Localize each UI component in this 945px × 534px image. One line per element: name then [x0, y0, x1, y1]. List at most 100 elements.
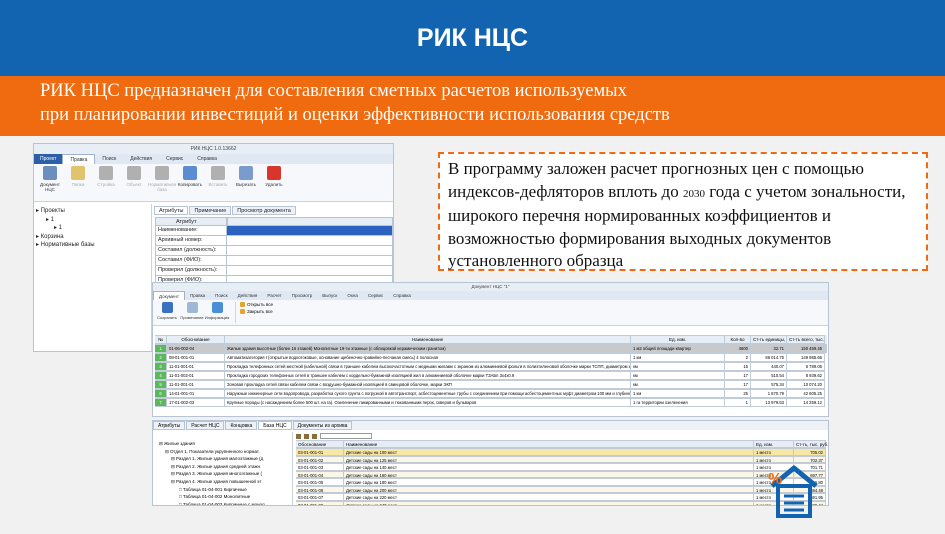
table-row[interactable]: 3 11-01-001-01 Прокладка телефонных сетей … — [155, 362, 827, 371]
attribute-row[interactable]: Наименование: — [155, 226, 393, 236]
ribbon-button-3[interactable]: Стройка — [93, 166, 119, 187]
base-tree-item[interactable]: □ Таблица 01-04-002 Монолитные — [155, 493, 290, 501]
menu-item-4[interactable]: Действия — [123, 154, 159, 164]
window-caption: РИК НЦС 1.0.13662 — [34, 144, 393, 154]
ribbon-button-8[interactable]: Вырезать — [233, 166, 259, 187]
tree-item[interactable]: ▸ Нормативные базы — [36, 241, 149, 250]
ribbon-button-2[interactable]: Папка — [65, 166, 91, 187]
menu-item-6[interactable]: Справка — [190, 154, 224, 164]
table-row[interactable]: 03-01-001-02 Детские сады на 125 мест 1 ме… — [296, 455, 826, 463]
table-cell: 1 га территории озеленения — [631, 398, 725, 407]
base-tree-item[interactable]: ⊟ Жилые здания — [155, 440, 290, 448]
document-menu-item-7[interactable]: Выпуск — [317, 291, 342, 300]
base-tree-item[interactable]: ⊟ Отдел 1. Показатели укрупненного норма… — [155, 448, 290, 456]
table-row[interactable]: 03-01-001-03 Детские сады на 140 мест 1 ме… — [296, 463, 826, 471]
base-filter-select[interactable] — [320, 433, 372, 439]
info-icon — [211, 302, 223, 313]
table-cell: 17-01-002-03 — [167, 398, 225, 407]
document-menu-bar: Документ Правка Поиск Действия Расчет Просмот… — [153, 291, 828, 300]
table-cell: 03-01-001-05 — [296, 478, 344, 486]
table-row[interactable]: 03-01-001-08 Детские сады на 240 мест 1 ме… — [296, 500, 826, 505]
filter-icon[interactable] — [296, 433, 301, 439]
ribbon-button-1[interactable]: Документ НЦС — [37, 166, 63, 192]
ribbon-button-6[interactable]: Копировать — [177, 166, 203, 187]
table-cell: Детские сады на 240 мест — [344, 500, 754, 505]
attribute-grid: Атрибут Наименование: Архивный номер: Сост… — [155, 217, 393, 286]
attribute-row[interactable]: Составил (ФИО): — [155, 256, 393, 266]
base-tree-item[interactable]: ⊟ Раздел 3. Жилые здания многоэтажные ( — [155, 470, 290, 478]
attribute-value[interactable] — [227, 236, 393, 246]
ribbon-button-label: Копировать — [177, 182, 203, 187]
tab-2[interactable]: Примечание — [189, 206, 232, 215]
sort-icon[interactable] — [312, 433, 317, 439]
tree-item[interactable]: ▸ Корзина — [36, 233, 149, 242]
ribbon-button-7[interactable]: Вставить — [205, 166, 231, 187]
base-tree-item[interactable]: ⊟ Раздел 4. Жилые здания повышенной эт — [155, 478, 290, 486]
tree-item[interactable]: ▸ Проекты — [36, 207, 149, 216]
base-tab-5[interactable]: Документы из архива — [292, 421, 353, 430]
attribute-value[interactable] — [227, 226, 393, 236]
base-tab-3[interactable]: Концовка — [225, 421, 258, 430]
table-row[interactable]: 03-01-001-01 Детские сады на 100 мест 1 ме… — [296, 448, 826, 456]
document-ribbon-button-3[interactable]: Информация — [205, 302, 229, 323]
table-cell: Прокладка городских телефонных сетей в т… — [225, 371, 631, 380]
table-row[interactable]: 7 17-01-002-03 Крупные породы (с насаждени… — [155, 398, 827, 407]
binoculars-icon[interactable] — [304, 433, 309, 439]
document-ribbon-button-2[interactable]: Примечание — [180, 302, 204, 323]
document-menu-item-3[interactable]: Поиск — [210, 291, 232, 300]
document-menu-item-8[interactable]: Окна — [342, 291, 362, 300]
ribbon-button-9[interactable]: Удалить — [261, 166, 287, 187]
document-menu-item-10[interactable]: Справка — [388, 291, 416, 300]
attribute-row[interactable]: Составил (должность): — [155, 246, 393, 256]
menu-item-5[interactable]: Сервис — [159, 154, 190, 164]
view-button-2[interactable]: Закрыть все — [240, 309, 273, 314]
attribute-value[interactable] — [227, 266, 393, 276]
column-header: Ед. изм. — [754, 440, 794, 448]
base-tree-item[interactable]: □ Таблица 01-04-001 Кирпичные — [155, 486, 290, 494]
document-menu-item-1[interactable]: Документ — [153, 291, 185, 300]
menu-item-3[interactable]: Поиск — [95, 154, 123, 164]
ribbon-button-5[interactable]: Нормативная база — [148, 166, 176, 192]
document-menu-item-2[interactable]: Правка — [185, 291, 210, 300]
attribute-value[interactable] — [227, 256, 393, 266]
table-row[interactable]: 1 01-06-002-04 Жилые здания высотные (боле… — [155, 344, 827, 353]
tree-item[interactable]: ▸ 1 — [36, 216, 149, 225]
base-tree-item[interactable]: ⊟ Раздел 1. Жилые здания малоэтажные (д — [155, 455, 290, 463]
base-tab-2[interactable]: Расчет НЦС — [186, 421, 225, 430]
table-row[interactable]: 03-01-001-04 Детские сады на 160 мест 1 ме… — [296, 470, 826, 478]
table-row[interactable]: 03-01-001-05 Детские сады на 180 мест 1 ме… — [296, 478, 826, 486]
database-icon — [155, 166, 169, 180]
document-menu-item-4[interactable]: Действия — [233, 291, 263, 300]
tree-item[interactable]: ▸ 1 — [36, 224, 149, 233]
base-tree-item[interactable]: □ Таблица 01-04-003 Кирпичные с монол — [155, 501, 290, 505]
tab-1[interactable]: Атрибуты — [154, 206, 189, 215]
table-row[interactable]: 4 11-01-002-01 Прокладка городских телефон… — [155, 371, 827, 380]
ribbon-button-label: Примечание — [180, 315, 204, 320]
document-menu-item-6[interactable]: Просмотр — [287, 291, 318, 300]
attribute-row[interactable]: Проверил (должность): — [155, 266, 393, 276]
table-row[interactable]: 2 08-01-001-01 Автоматизатегория I (открыт… — [155, 353, 827, 362]
table-cell: Детские сады на 220 мест — [344, 493, 754, 501]
document-menu-item-9[interactable]: Сервис — [363, 291, 388, 300]
document-menu-item-5[interactable]: Расчет — [262, 291, 286, 300]
menu-item-2[interactable]: Правка — [62, 154, 96, 164]
document-ribbon: Сохранить Примечание Информация Открыть все… — [153, 300, 828, 326]
base-tree-item[interactable]: ⊟ Раздел 2. Жилые здания средней этажн — [155, 463, 290, 471]
attribute-value[interactable] — [227, 246, 393, 256]
table-cell: 11-01-001-01 — [167, 362, 225, 371]
tab-3[interactable]: Просмотр документа — [232, 206, 296, 215]
table-row[interactable]: 03-01-001-07 Детские сады на 220 мест 1 ме… — [296, 493, 826, 501]
base-tab-1[interactable]: Атрибуты — [153, 421, 186, 430]
menu-item-1[interactable]: Проект — [34, 154, 63, 164]
base-tab-4[interactable]: База НЦС — [258, 421, 292, 430]
note-icon — [186, 302, 198, 313]
table-row[interactable]: 03-01-001-06 Детские сады на 200 мест 1 ме… — [296, 485, 826, 493]
attribute-grid-header: Атрибут — [155, 217, 393, 226]
view-button-1[interactable]: Открыть все — [240, 302, 273, 307]
ribbon-button-4[interactable]: Объект — [121, 166, 147, 187]
page-title: РИК НЦС — [416, 23, 529, 52]
attribute-row[interactable]: Архивный номер: — [155, 236, 393, 246]
table-row[interactable]: 5 11-01-001-01 Зоновая прокладка сетей свя… — [155, 380, 827, 389]
document-ribbon-button-1[interactable]: Сохранить — [156, 302, 178, 323]
table-row[interactable]: 6 14-01-001-01 Наружные инженерные сети во… — [155, 389, 827, 398]
